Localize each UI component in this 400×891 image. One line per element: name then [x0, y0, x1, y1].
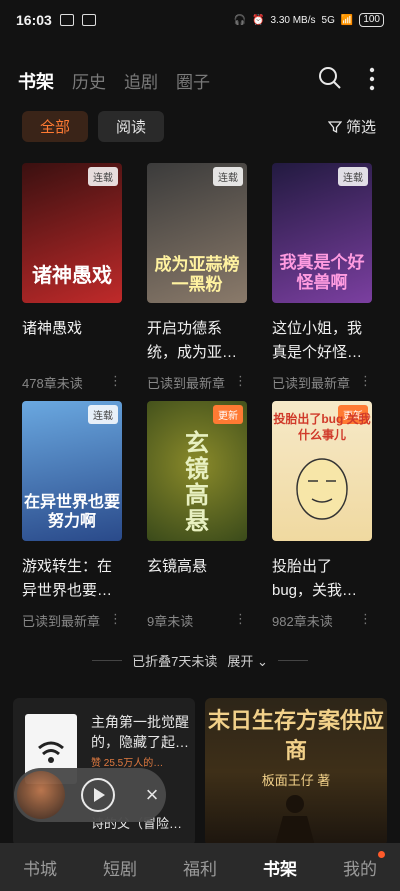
- tab-bookshelf[interactable]: 书架: [18, 68, 54, 94]
- book-badge: 连载: [338, 167, 368, 186]
- book-item[interactable]: 连载 成为亚蒜榜一黑粉 开启功德系统，成为亚… 已读到最新章 ⋮: [147, 163, 247, 392]
- book-item[interactable]: 连载 在异世界也要努力啊 游戏转生：在异世界也要… 已读到最新章 ⋮: [22, 401, 122, 630]
- tab-circle[interactable]: 圈子: [176, 68, 210, 94]
- nav-mine-label: 我的: [343, 859, 377, 879]
- top-bar: 书架 历史 追剧 圈子: [0, 60, 400, 100]
- book-more-icon[interactable]: ⋮: [359, 373, 372, 392]
- cover-title: 投胎出了bug 关我什么事儿: [273, 412, 371, 442]
- cover-title: 在异世界也要努力啊: [23, 494, 120, 530]
- chevron-down-icon: ⌄: [256, 653, 268, 669]
- close-icon[interactable]: ×: [140, 783, 164, 807]
- play-icon[interactable]: [80, 777, 116, 813]
- book-item[interactable]: 更新 玄镜高悬 玄镜高悬 9章未读 ⋮: [147, 401, 247, 630]
- status-bar: 16:03 🎧 ⏰ 3.30 MB/s 5G 📶 100: [0, 0, 400, 40]
- book-title[interactable]: 开启功德系统，成为亚…: [147, 317, 247, 365]
- book-badge: 更新: [213, 405, 243, 424]
- book-item[interactable]: 更新 投胎出了bug 关我什么事儿 投胎出了bug，关我… 982章未读 ⋮: [272, 401, 372, 630]
- cover-title: 成为亚蒜榜一黑粉: [154, 255, 240, 294]
- filter-chips: 全部 阅读: [22, 111, 165, 142]
- expand-label: 展开: [227, 653, 254, 669]
- book-more-icon[interactable]: ⋮: [109, 611, 122, 630]
- search-icon[interactable]: [318, 66, 342, 90]
- ad-silhouette: [275, 795, 315, 846]
- filter-all-button[interactable]: 全部: [22, 111, 89, 142]
- filter-reading-button[interactable]: 阅读: [98, 111, 165, 142]
- book-progress: 已读到最新章: [22, 614, 101, 629]
- app-notification-icon: [59, 14, 74, 26]
- book-progress: 已读到最新章: [147, 376, 226, 391]
- tab-drama[interactable]: 追剧: [124, 68, 158, 94]
- book-progress: 982章未读: [272, 614, 333, 629]
- book-more-icon[interactable]: ⋮: [234, 611, 247, 630]
- book-badge: 连载: [88, 405, 118, 424]
- recommend-sub: 赞 25.5万人的…: [91, 758, 164, 769]
- ad-author: 板面王仔 著: [261, 773, 331, 788]
- book-title[interactable]: 游戏转生：在异世界也要…: [22, 555, 122, 603]
- nav-mine[interactable]: 我的: [343, 850, 385, 880]
- alarm-icon: ⏰: [252, 14, 265, 26]
- status-time: 16:03: [16, 12, 52, 28]
- battery-icon: 100: [359, 13, 384, 27]
- book-more-icon[interactable]: ⋮: [359, 611, 372, 630]
- book-more-icon[interactable]: ⋮: [234, 373, 247, 392]
- cover-face-illustration: [296, 458, 348, 520]
- folded-bar: 已折叠7天未读 展开 ⌄: [0, 646, 400, 674]
- funnel-icon: [328, 120, 342, 133]
- recommend-text: 主角第一批觉醒的，隐藏了起…: [91, 714, 189, 750]
- book-cover[interactable]: 更新 投胎出了bug 关我什么事儿: [272, 401, 372, 541]
- book-title[interactable]: 这位小姐，我真是个好怪…: [272, 317, 372, 365]
- book-badge: 连载: [213, 167, 243, 186]
- book-item[interactable]: 连载 我真是个好怪兽啊 这位小姐，我真是个好怪… 已读到最新章 ⋮: [272, 163, 372, 392]
- book-progress: 478章未读: [22, 376, 83, 391]
- tab-history[interactable]: 历史: [72, 68, 106, 94]
- nav-welfare[interactable]: 福利: [183, 855, 217, 880]
- nav-bookstore[interactable]: 书城: [23, 855, 57, 880]
- book-badge: 连载: [88, 167, 118, 186]
- bottom-nav: 书城 短剧 福利 书架 我的: [0, 843, 400, 891]
- cover-title: 诸神愚戏: [32, 265, 112, 287]
- book-cover[interactable]: 连载 成为亚蒜榜一黑粉: [147, 163, 247, 303]
- folded-text: 已折叠7天未读: [132, 653, 218, 669]
- ad-banner[interactable]: 末日生存方案供应商 板面王仔 著: [205, 698, 387, 846]
- app-notification-icon-2: [81, 14, 96, 26]
- book-progress: 已读到最新章: [272, 376, 351, 391]
- book-item[interactable]: 连载 诸神愚戏 诸神愚戏 478章未读 ⋮: [22, 163, 122, 392]
- book-title[interactable]: 投胎出了bug，关我…: [272, 555, 372, 603]
- more-icon[interactable]: [363, 66, 381, 92]
- book-cover[interactable]: 更新 玄镜高悬: [147, 401, 247, 541]
- ad-title: 末日生存方案供应商: [207, 708, 384, 763]
- book-title[interactable]: 玄镜高悬: [147, 555, 247, 603]
- expand-button[interactable]: 展开 ⌄: [227, 651, 268, 670]
- nav-shortdrama[interactable]: 短剧: [103, 855, 137, 880]
- cover-title: 玄镜高悬: [185, 430, 209, 535]
- network-label: 5G: [321, 14, 335, 26]
- player-avatar[interactable]: [17, 771, 65, 819]
- book-cover[interactable]: 连载 我真是个好怪兽啊: [272, 163, 372, 303]
- nav-bookshelf[interactable]: 书架: [263, 855, 297, 880]
- book-cover[interactable]: 连载 诸神愚戏: [22, 163, 122, 303]
- net-speed: 3.30 MB/s: [270, 14, 316, 26]
- wifi-icon: 📶: [340, 14, 354, 26]
- cover-title: 我真是个好怪兽啊: [279, 253, 365, 292]
- book-title[interactable]: 诸神愚戏: [22, 317, 122, 365]
- audio-player[interactable]: ×: [14, 768, 166, 822]
- book-progress: 9章未读: [147, 614, 194, 629]
- header-tabs: 书架 历史 追剧 圈子: [18, 68, 210, 94]
- headphone-icon: 🎧: [233, 14, 247, 26]
- book-more-icon[interactable]: ⋮: [109, 373, 122, 392]
- divider: [277, 659, 308, 661]
- filter-label: 筛选: [346, 119, 377, 136]
- book-cover[interactable]: 连载 在异世界也要努力啊: [22, 401, 122, 541]
- divider: [92, 659, 123, 661]
- filter-button[interactable]: 筛选: [328, 116, 376, 137]
- notification-dot: [378, 850, 385, 858]
